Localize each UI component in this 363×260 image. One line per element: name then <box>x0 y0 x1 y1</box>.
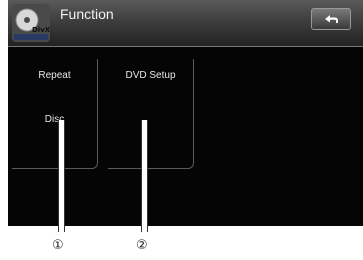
return-arrow-icon <box>325 15 338 23</box>
source-label: DivX <box>32 26 51 34</box>
disc-icon: DivX <box>12 4 50 42</box>
repeat-button[interactable]: Repeat Disc <box>12 59 98 169</box>
page-title: Function <box>60 6 114 22</box>
back-button[interactable] <box>311 8 351 30</box>
callout-line-2 <box>141 120 148 232</box>
dvd-setup-label: DVD Setup <box>125 70 176 81</box>
repeat-value: Disc <box>44 114 65 125</box>
title-bar: DivX Function <box>8 0 363 47</box>
callout-number-1: ① <box>52 238 64 253</box>
callout-number-2: ② <box>136 238 148 253</box>
callout-line-1 <box>58 120 65 232</box>
dvd-setup-button[interactable]: DVD Setup <box>108 59 194 169</box>
repeat-label: Repeat <box>38 70 71 81</box>
